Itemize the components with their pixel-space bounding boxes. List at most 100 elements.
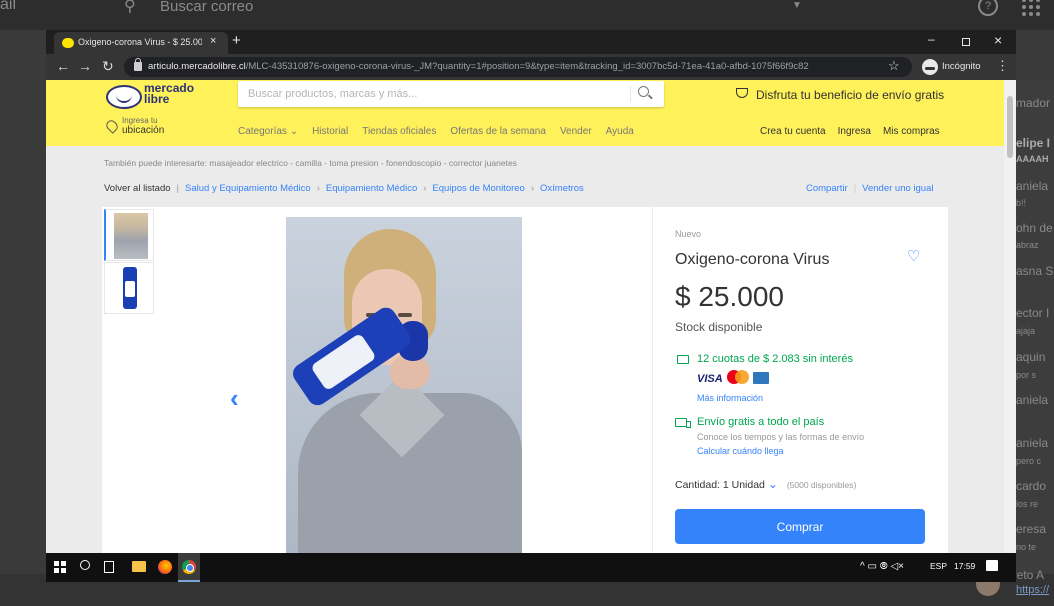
address-bar[interactable]: articulo.mercadolibre.cl/MLC-435310876-o… <box>124 57 912 77</box>
background-apps-icon <box>1022 0 1040 16</box>
search-icon[interactable] <box>638 86 649 97</box>
windows-taskbar: ^ ▭ ⦾ ◁× ESP 17:59 <box>46 553 1016 582</box>
chevron-right-icon: › <box>316 183 320 194</box>
new-tab-button[interactable]: + <box>232 32 241 49</box>
nav-vender[interactable]: Vender <box>560 126 592 137</box>
nav-ayuda[interactable]: Ayuda <box>606 126 634 137</box>
available-count: (5000 disponibles) <box>786 480 857 490</box>
nav-tiendas[interactable]: Tiendas oficiales <box>362 126 436 137</box>
share-link[interactable]: Compartir <box>806 183 848 194</box>
installments-text: 12 cuotas de $ 2.083 sin interés <box>697 353 853 365</box>
lock-icon <box>134 58 142 71</box>
notifications-icon[interactable] <box>986 560 998 571</box>
chevron-left-icon[interactable]: ‹ <box>230 385 239 411</box>
page-scrollbar[interactable] <box>1004 80 1016 553</box>
free-shipping-text: Envío gratis a todo el país <box>697 416 825 428</box>
quantity-value: Cantidad: 1 Unidad <box>675 479 765 491</box>
shipping-subtitle: Conoce los tiempos y las formas de envío <box>697 432 865 442</box>
related-searches: También puede interesarte: masajeador el… <box>104 158 517 168</box>
location-value[interactable]: ubicación <box>122 125 164 136</box>
login-link[interactable]: Ingresa <box>838 126 871 137</box>
product-gallery: ‹ › <box>102 207 665 553</box>
account-nav: Crea tu cuenta Ingresa Mis compras <box>760 126 940 137</box>
product-main-image[interactable] <box>286 217 522 553</box>
thumbnail-image <box>123 267 137 309</box>
taskbar-chrome[interactable] <box>178 553 200 582</box>
tab-close-icon[interactable]: × <box>210 35 216 47</box>
language-indicator[interactable]: ESP <box>930 561 947 571</box>
nav-categorias[interactable]: Categorías ⌄ <box>238 126 298 137</box>
back-to-list-link[interactable]: Volver al listado <box>104 183 171 194</box>
truck-icon <box>675 418 691 428</box>
browser-menu-icon[interactable]: ⋮ <box>996 58 1009 74</box>
mastercard-logo-icon <box>727 370 749 384</box>
breadcrumb-item[interactable]: Salud y Equipamiento Médico <box>185 183 311 194</box>
clock[interactable]: 17:59 <box>954 561 975 571</box>
stock-label: Stock disponible <box>675 320 763 334</box>
product-title: Oxigeno-corona Virus <box>675 251 830 268</box>
background-gmail-bar: ail ⚲ Buscar correo ▼ ? <box>0 0 1054 30</box>
back-arrow-icon[interactable]: ← <box>56 58 70 74</box>
product-search-input[interactable]: Buscar productos, marcas y más... <box>238 81 664 107</box>
mercadolibre-favicon-icon <box>62 38 74 48</box>
url-text: articulo.mercadolibre.cl/MLC-435310876-o… <box>148 61 809 72</box>
nav-historial[interactable]: Historial <box>312 126 348 137</box>
chevron-right-icon: › <box>423 183 427 194</box>
tab-title: Oxigeno-corona Virus - $ 25.000 <box>78 37 202 47</box>
task-view-icon[interactable] <box>104 561 114 573</box>
gallery-thumbnail[interactable] <box>104 209 154 261</box>
background-help-icon: ? <box>978 0 998 16</box>
share-sell-links: Compartir | Vender uno igual <box>806 183 934 194</box>
breadcrumb: Volver al listado | Salud y Equipamiento… <box>104 183 584 194</box>
reload-icon[interactable]: ↻ <box>102 58 114 75</box>
create-account-link[interactable]: Crea tu cuenta <box>760 126 826 137</box>
product-price: $ 25.000 <box>675 281 784 312</box>
file-explorer-icon[interactable] <box>132 561 146 572</box>
background-search-icon: ⚲ <box>124 0 136 15</box>
location-pin-icon <box>104 118 120 134</box>
maximize-button[interactable] <box>962 38 970 46</box>
incognito-icon <box>922 59 938 75</box>
taskbar-search-icon[interactable] <box>80 560 90 570</box>
sell-similar-link[interactable]: Vender uno igual <box>862 183 933 194</box>
nav-ofertas[interactable]: Ofertas de la semana <box>450 126 546 137</box>
chevron-right-icon: › <box>530 183 534 194</box>
credit-card-icon <box>677 355 689 364</box>
shipping-promo[interactable]: Disfruta tu beneficio de envío gratis <box>756 88 944 102</box>
breadcrumb-item[interactable]: Oxímetros <box>540 183 584 194</box>
background-inbox-list: mador elipe I AAAAH aniela b!! ohn de ab… <box>1016 80 1054 606</box>
breadcrumb-item[interactable]: Equipamiento Médico <box>326 183 417 194</box>
trophy-icon <box>736 88 748 98</box>
chevron-down-icon: ⌄ <box>767 477 778 491</box>
logo-text[interactable]: mercado libre <box>144 82 194 105</box>
breadcrumb-separator: | <box>176 183 180 194</box>
more-info-link[interactable]: Más información <box>697 393 763 403</box>
mercadolibre-logo-icon[interactable] <box>106 85 142 109</box>
location-label[interactable]: Ingresa tu <box>122 116 158 125</box>
minimize-button[interactable]: – <box>928 32 935 46</box>
search-divider <box>630 86 631 102</box>
my-purchases-link[interactable]: Mis compras <box>883 126 940 137</box>
window-close-button[interactable]: × <box>994 32 1002 48</box>
web-page: mercado libre Buscar productos, marcas y … <box>46 80 1016 553</box>
forward-arrow-icon[interactable]: → <box>78 58 92 74</box>
quantity-selector[interactable]: Cantidad: 1 Unidad ⌄ (5000 disponibles) <box>675 477 856 491</box>
bookmark-star-icon[interactable]: ☆ <box>888 58 900 74</box>
category-nav: Categorías ⌄ Historial Tiendas oficiales… <box>238 126 634 137</box>
heart-icon[interactable]: ♡ <box>907 247 920 265</box>
breadcrumb-item[interactable]: Equipos de Monitoreo <box>432 183 524 194</box>
buy-button[interactable]: Comprar <box>675 509 925 544</box>
gallery-thumbnail[interactable] <box>104 262 154 314</box>
background-search-input: Buscar correo <box>160 0 254 15</box>
windows-start-icon[interactable] <box>54 561 66 573</box>
visa-logo: VISA <box>697 373 723 385</box>
system-tray[interactable]: ^ ▭ ⦾ ◁× <box>860 561 904 572</box>
background-caret-icon: ▼ <box>792 0 802 11</box>
background-link: https:// <box>1016 584 1050 596</box>
firefox-icon[interactable] <box>158 560 172 574</box>
scroll-thumb[interactable] <box>1007 96 1013 158</box>
search-placeholder: Buscar productos, marcas y más... <box>248 88 418 100</box>
calculate-arrival-link[interactable]: Calcular cuándo llega <box>697 446 784 456</box>
browser-toolbar: ← → ↻ articulo.mercadolibre.cl/MLC-43531… <box>46 54 1016 80</box>
browser-tab[interactable]: Oxigeno-corona Virus - $ 25.000 × <box>54 32 228 54</box>
